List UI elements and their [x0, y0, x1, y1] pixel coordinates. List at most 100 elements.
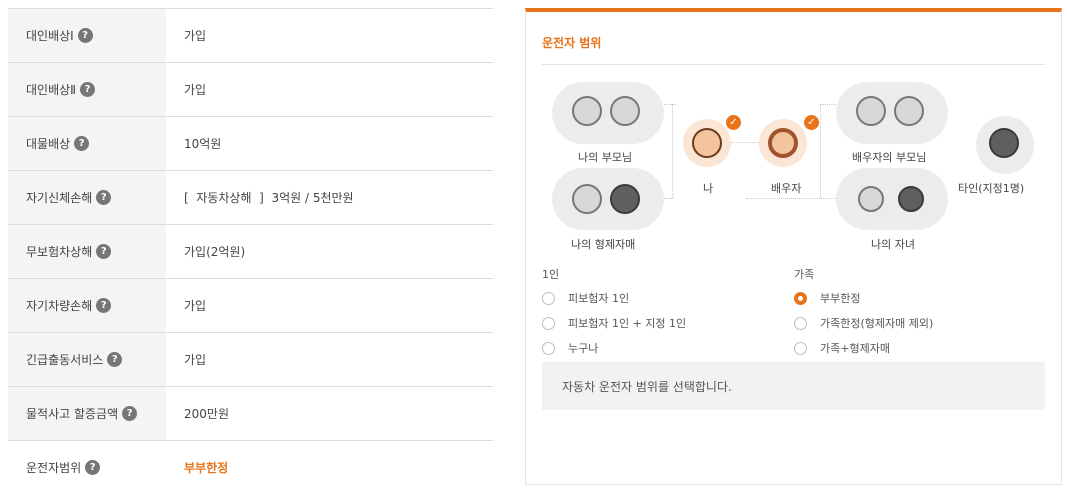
help-icon[interactable]: ?	[96, 190, 112, 205]
option-insured-plus-one[interactable]: 피보험자 1인 + 지정 1인	[542, 315, 686, 331]
coverage-table: 대인배상Ⅰ? 가입 대인배상Ⅱ? 가입 대물배상? 10억원 자기신체손해? […	[8, 8, 493, 494]
radio-button[interactable]	[542, 291, 555, 305]
option-label: 가족한정(형제자매 제외)	[820, 317, 934, 330]
help-icon[interactable]: ?	[74, 136, 90, 151]
grandmother-face-icon	[610, 96, 640, 126]
coverage-label-cell: 대인배상Ⅰ?	[8, 9, 166, 62]
coverage-row: 자기신체손해? [ 자동차상해 ] 3억원 / 5천만원	[8, 171, 493, 225]
info-box: 자동차 운전자 범위를 선택합니다.	[542, 362, 1045, 410]
coverage-label-cell: 긴급출동서비스?	[8, 333, 166, 386]
connector-line	[746, 198, 836, 199]
coverage-label-cell: 무보험차상해?	[8, 225, 166, 278]
coverage-value: 가입	[184, 29, 207, 43]
my-siblings-icon[interactable]	[552, 168, 664, 230]
grandmother-face-icon	[894, 96, 924, 126]
spouse-check-icon: ✓	[804, 115, 819, 130]
grandfather-face-icon	[572, 96, 602, 126]
connector-line	[820, 104, 821, 198]
coverage-value: 가입	[184, 83, 207, 97]
connector-line	[664, 198, 674, 199]
coverage-value: 가입	[184, 353, 207, 367]
coverage-label: 물적사고 할증금액	[26, 407, 119, 421]
coverage-label-cell: 물적사고 할증금액?	[8, 387, 166, 440]
option-family-plus-siblings[interactable]: 가족+형제자매	[794, 340, 890, 356]
coverage-label: 무보험차상해	[26, 245, 93, 259]
option-anyone[interactable]: 누구나	[542, 340, 598, 356]
connector-line	[820, 104, 836, 105]
others-label: 타인(지정1명)	[958, 182, 1025, 195]
sister-face-icon	[610, 184, 640, 214]
spouse-label: 배우자	[771, 182, 802, 195]
option-label: 누구나	[568, 342, 599, 355]
coverage-label-cell: 자기차량손해?	[8, 279, 166, 332]
radio-button[interactable]	[794, 316, 807, 330]
coverage-label-cell: 운전자범위?	[8, 441, 166, 494]
panel-title: 운전자 범위	[542, 36, 602, 50]
coverage-label-cell: 대인배상Ⅱ?	[8, 63, 166, 116]
option-label: 부부한정	[820, 292, 861, 305]
woman-face-icon	[768, 128, 798, 158]
spouse-icon[interactable]	[759, 119, 807, 167]
coverage-row: 긴급출동서비스? 가입	[8, 333, 493, 387]
help-icon[interactable]: ?	[80, 82, 96, 97]
my-children-icon[interactable]	[836, 168, 948, 230]
coverage-label: 운전자범위	[26, 461, 82, 475]
man-face-icon	[692, 128, 722, 158]
my-parents-icon[interactable]	[552, 82, 664, 144]
other-face-icon	[989, 128, 1019, 158]
coverage-row: 물적사고 할증금액? 200만원	[8, 387, 493, 441]
coverage-row-driver-range: 운전자범위? 부부한정	[8, 441, 493, 494]
coverage-row: 대인배상Ⅰ? 가입	[8, 8, 493, 63]
me-check-icon: ✓	[726, 115, 741, 130]
my-children-label: 나의 자녀	[871, 238, 915, 251]
daughter-face-icon	[898, 186, 924, 212]
coverage-label: 긴급출동서비스	[26, 353, 104, 367]
coverage-label: 대인배상Ⅱ	[26, 83, 77, 97]
coverage-row: 대인배상Ⅱ? 가입	[8, 63, 493, 117]
coverage-row: 무보험차상해? 가입(2억원)	[8, 225, 493, 279]
coverage-row: 자기차량손해? 가입	[8, 279, 493, 333]
radio-button-selected[interactable]	[794, 291, 807, 305]
connector-line	[731, 142, 759, 143]
connector-line	[672, 104, 673, 198]
my-siblings-label: 나의 형제자매	[571, 238, 636, 251]
coverage-row: 대물배상? 10억원	[8, 117, 493, 171]
brother-face-icon	[572, 184, 602, 214]
other-person-icon[interactable]	[976, 116, 1034, 174]
help-icon[interactable]: ?	[107, 352, 123, 367]
coverage-value: [ 자동차상해 ] 3억원 / 5천만원	[184, 191, 354, 205]
driver-range-value: 부부한정	[184, 461, 229, 475]
coverage-label: 대인배상Ⅰ	[26, 29, 74, 43]
coverage-label: 자기차량손해	[26, 299, 93, 313]
coverage-label-cell: 대물배상?	[8, 117, 166, 170]
option-couple-only[interactable]: 부부한정	[794, 290, 860, 306]
divider	[542, 64, 1045, 65]
radio-button[interactable]	[794, 341, 807, 355]
option-insured-only[interactable]: 피보험자 1인	[542, 290, 629, 306]
single-group-label: 1인	[542, 268, 560, 281]
my-parents-label: 나의 부모님	[578, 151, 633, 164]
spouse-parents-icon[interactable]	[836, 82, 948, 144]
driver-range-panel: 운전자 범위 나의 부모님 ✓ 나 ✓ 배우자 배우자의 부모님 타인(지정1명…	[525, 8, 1062, 485]
help-icon[interactable]: ?	[77, 28, 93, 43]
coverage-label-cell: 자기신체손해?	[8, 171, 166, 224]
coverage-value: 10억원	[184, 137, 222, 151]
help-icon[interactable]: ?	[122, 406, 138, 421]
son-face-icon	[858, 186, 884, 212]
coverage-value: 가입	[184, 299, 207, 313]
help-icon[interactable]: ?	[96, 298, 112, 313]
option-label: 피보험자 1인	[568, 292, 630, 305]
spouse-parents-label: 배우자의 부모님	[852, 151, 927, 164]
coverage-value: 가입(2억원)	[184, 245, 246, 259]
me-label: 나	[703, 182, 714, 195]
me-icon[interactable]	[683, 119, 731, 167]
coverage-label: 대물배상	[26, 137, 71, 151]
radio-button[interactable]	[542, 341, 555, 355]
family-group-label: 가족	[794, 268, 815, 281]
option-label: 피보험자 1인 + 지정 1인	[568, 317, 687, 330]
help-icon[interactable]: ?	[96, 244, 112, 259]
option-family-only[interactable]: 가족한정(형제자매 제외)	[794, 315, 933, 331]
radio-button[interactable]	[542, 316, 555, 330]
help-icon[interactable]: ?	[85, 460, 101, 475]
grandfather-face-icon	[856, 96, 886, 126]
